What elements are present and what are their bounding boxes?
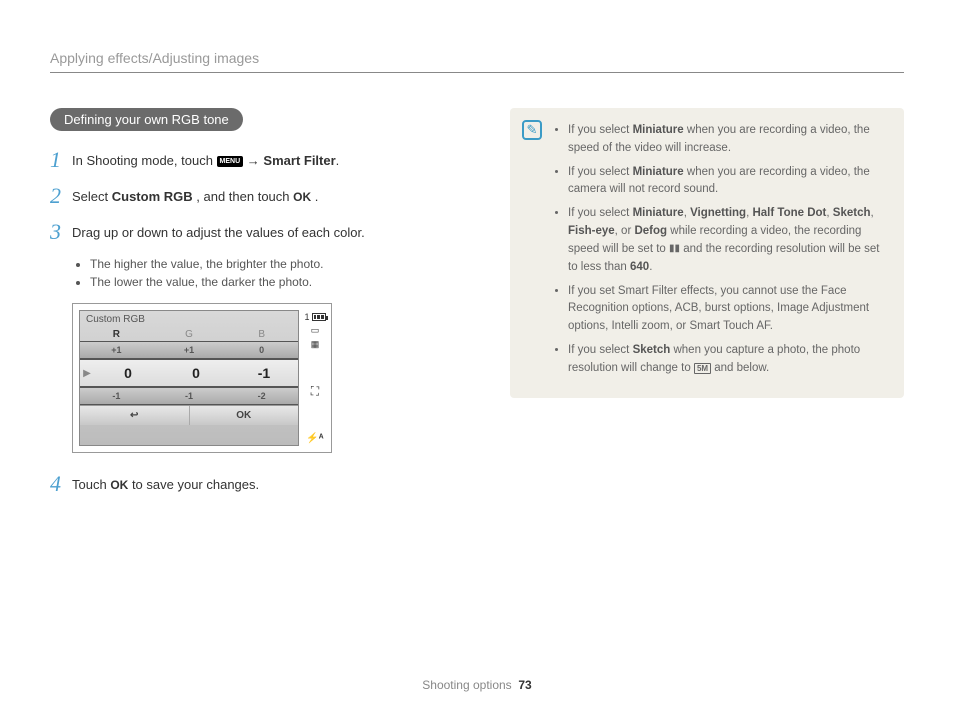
step-text: Drag up or down to adjust the values of … [72,221,470,243]
step-3: 3 Drag up or down to adjust the values o… [50,221,470,243]
section-header: Applying effects/Adjusting images [50,50,904,73]
cell: 0 [225,342,298,358]
flash-icon: ⚡ᴬ [306,433,323,444]
period: . [311,189,318,204]
period: . [336,153,340,168]
cell: -1 [230,360,298,386]
cell: 0 [162,360,230,386]
note-info-icon: ✎ [522,120,542,140]
resolution-icon: 5M [694,363,711,375]
ok-icon: OK [293,190,311,204]
cell: -1 [153,388,226,404]
rgb-row-current[interactable]: ▶ 0 0 -1 [80,359,298,387]
page-number: 73 [518,678,531,692]
col-b[interactable]: B [225,328,298,341]
rgb-column-headers: R G B [80,328,298,341]
page-footer: Shooting options 73 [0,678,954,692]
note-item: If you select Miniature, Vignetting, Hal… [568,205,888,276]
back-button[interactable]: ↩ [80,406,190,425]
note-item: The higher the value, the brighter the p… [90,257,470,271]
rgb-row-above: +1 +1 0 [80,341,298,359]
focus-icon: ⛶ [311,384,319,399]
cell: +1 [80,342,153,358]
chevron-right-icon: ▶ [80,360,94,386]
menu-icon: MENU [217,156,244,167]
step-text: Select [72,189,112,204]
step-number: 4 [50,473,72,495]
shot-count: 1 [305,312,310,322]
rgb-panel: Custom RGB R G B +1 +1 0 ▶ 0 0 [79,310,299,446]
col-g[interactable]: G [153,328,226,341]
note-box: ✎ If you select Miniature when you are r… [510,108,904,398]
cell: 0 [94,360,162,386]
footer-label: Shooting options [422,678,511,692]
cell: -1 [80,388,153,404]
step-number: 1 [50,149,72,171]
step-3-notes: The higher the value, the brighter the p… [78,257,470,289]
right-column: ✎ If you select Miniature when you are r… [510,108,904,509]
note-item: If you select Miniature when you are rec… [568,122,888,158]
step-text: In Shooting mode, touch [72,153,217,168]
custom-rgb-label: Custom RGB [112,189,193,204]
camera-side-icons: 1 ▭ ▦ ⛶ ⚡ᴬ [305,310,325,446]
rgb-row-below: -1 -1 -2 [80,387,298,405]
cell: -2 [225,388,298,404]
mode-icon: ▦ [311,339,320,350]
note-item: The lower the value, the darker the phot… [90,275,470,289]
rgb-buttons: ↩ OK [80,405,298,425]
ok-button[interactable]: OK [190,406,299,425]
note-item: If you select Miniature when you are rec… [568,164,888,200]
cell: +1 [153,342,226,358]
topic-pill: Defining your own RGB tone [50,108,243,131]
arrow: → [247,153,264,168]
camera-screenshot: Custom RGB R G B +1 +1 0 ▶ 0 0 [72,303,332,453]
step-number: 2 [50,185,72,207]
step-4: 4 Touch OK to save your changes. [50,473,470,495]
record-speed-icon: ▮▮ [669,241,680,257]
step-text: , and then touch [196,189,293,204]
rgb-panel-title: Custom RGB [80,311,298,328]
smart-filter-label: Smart Filter [263,153,335,168]
ok-icon: OK [110,478,128,492]
left-column: Defining your own RGB tone 1 In Shooting… [50,108,470,509]
col-r[interactable]: R [80,328,153,341]
step-text: to save your changes. [132,477,259,492]
step-2: 2 Select Custom RGB , and then touch OK … [50,185,470,207]
step-1: 1 In Shooting mode, touch MENU → Smart F… [50,149,470,171]
note-item: If you set Smart Filter effects, you can… [568,283,888,336]
step-text: Touch [72,477,110,492]
mode-icon: ▭ [311,325,320,336]
step-number: 3 [50,221,72,243]
battery-icon [312,313,326,321]
note-item: If you select Sketch when you capture a … [568,342,888,378]
